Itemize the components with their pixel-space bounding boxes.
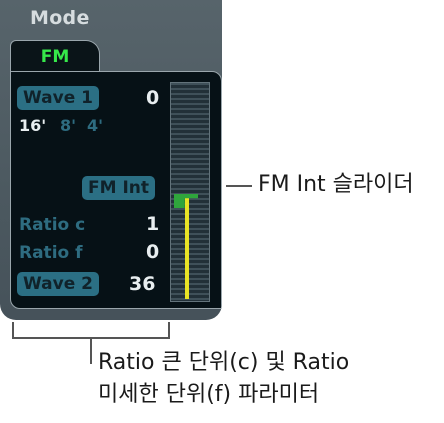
fm-int-callout: FM Int 슬라이더 — [258, 172, 414, 197]
ratio-callout-line2: 미세한 단위(f) 파라미터 — [98, 382, 320, 407]
fm-synth-panel: Mode FM Wave 1 0 16' 8' 4' FM Int Ratio … — [0, 0, 222, 320]
wave1-label: Wave 1 — [17, 86, 99, 110]
ratio-f-value[interactable]: 0 — [146, 240, 159, 264]
fm-int-callout-line — [226, 185, 252, 187]
octave-8-button[interactable]: 8' — [60, 116, 76, 136]
ratio-f-label: Ratio f — [19, 243, 83, 263]
fm-int-label: FM Int — [82, 176, 156, 200]
ratio-callout-line — [90, 338, 92, 364]
octave-4-button[interactable]: 4' — [87, 116, 103, 136]
ratio-c-label: Ratio c — [19, 215, 86, 235]
octave-16-button[interactable]: 16' — [19, 116, 46, 136]
mode-label: Mode — [30, 7, 90, 29]
ratio-callout-line1: Ratio 큰 단위(c) 및 Ratio — [98, 350, 350, 375]
ratio-c-value[interactable]: 1 — [146, 212, 159, 236]
wave2-label: Wave 2 — [17, 272, 99, 296]
fm-int-slider[interactable] — [170, 82, 210, 302]
ratio-bracket-left — [12, 322, 14, 338]
fm-int-slider-fill — [185, 196, 189, 299]
tab-fm[interactable]: FM — [10, 40, 100, 73]
ratio-bracket-right — [168, 322, 170, 338]
wave2-value[interactable]: 36 — [129, 272, 155, 296]
wave1-value[interactable]: 0 — [146, 86, 159, 110]
